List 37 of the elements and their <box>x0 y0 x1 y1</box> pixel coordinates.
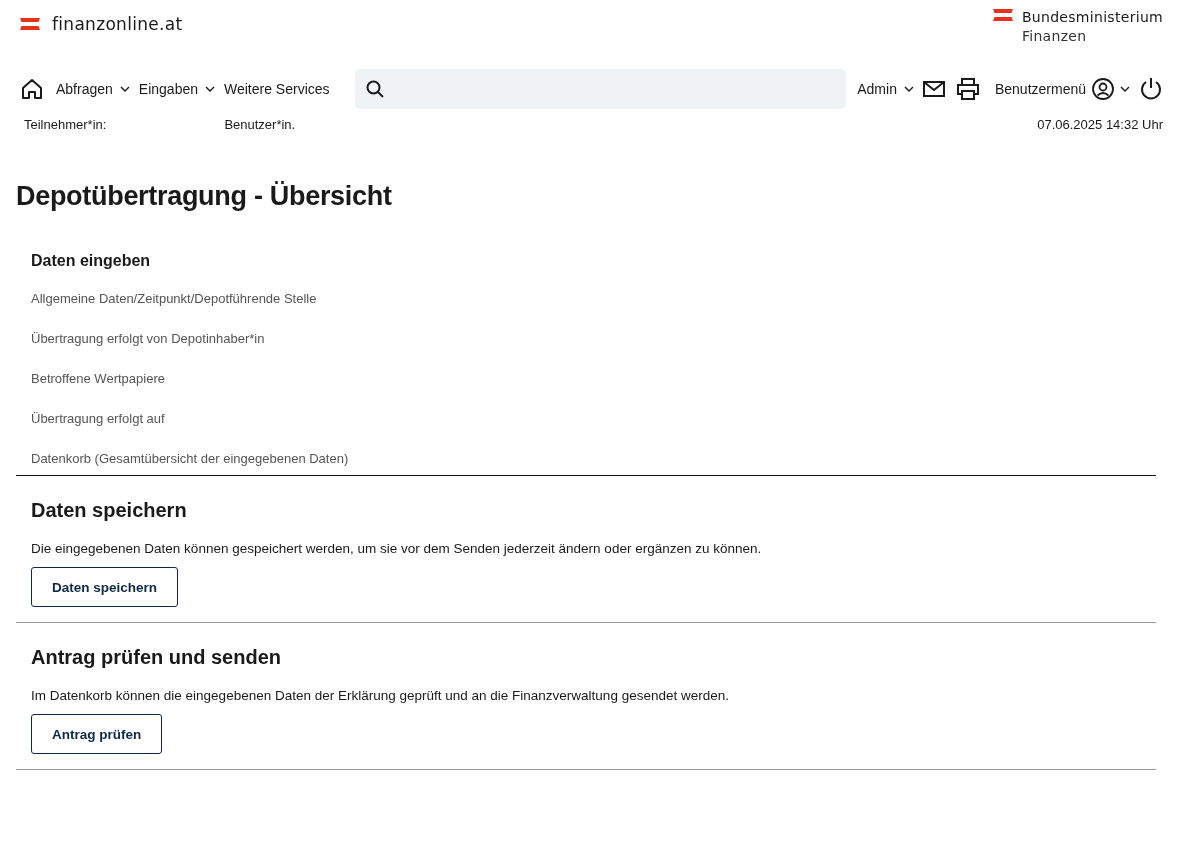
user-icon <box>1092 78 1114 100</box>
site-logo[interactable]: finanzonline.at <box>52 14 183 34</box>
section-heading: Daten eingeben <box>31 252 152 270</box>
caret-icon <box>119 85 130 93</box>
step-link[interactable]: Allgemeine Daten/Zeitpunkt/Depotführende Stelle <box>31 291 1141 306</box>
caret-icon <box>903 85 914 93</box>
caret-icon <box>1120 85 1130 93</box>
search-field[interactable] <box>354 69 847 109</box>
section-heading: Daten speichern <box>31 499 188 522</box>
date-time: 07.06.2025 14:32 Uhr <box>1037 117 1163 132</box>
user-label: Benutzer*in. <box>224 117 296 132</box>
section-heading: Antrag prüfen und senden <box>31 646 282 669</box>
page-title: Depotübertragung - Übersicht <box>16 181 393 212</box>
nav-menu-item[interactable]: Abfragen <box>56 81 130 97</box>
power-icon[interactable] <box>1139 77 1163 101</box>
section-description: Im Datenkorb können die eingegebenen Daten der Erklärung geprüft und an die Finanzverwaltung gesendet werden. <box>31 688 730 703</box>
caret-icon <box>205 85 215 93</box>
action-button[interactable]: Daten speichern <box>31 567 179 607</box>
step-link[interactable]: Übertragung erfolgt von Depotinhaber*in <box>31 331 1141 346</box>
participant-label: Teilnehmer*in: <box>24 117 107 132</box>
user-menu[interactable]: Benutzermenü <box>994 78 1130 100</box>
section-description: Die eingegebenen Daten können gespeichert werden, um sie vor dem Senden jederzeit ändern oder ergänzen zu können. <box>31 541 763 556</box>
nav-menu-item[interactable]: Eingaben <box>138 81 215 97</box>
step-link[interactable]: Datenkorb (Gesamtübersicht der eingegebenen Daten) <box>31 451 1141 466</box>
ministry-logo-icon <box>992 8 1013 22</box>
logo-icon <box>20 17 40 31</box>
step-link[interactable]: Übertragung erfolgt auf <box>31 411 1141 426</box>
nav-menu-item[interactable]: Weitere Services <box>224 81 330 97</box>
action-button[interactable]: Antrag prüfen <box>31 714 163 754</box>
ministry-name: Bundesministerium <box>1021 8 1163 27</box>
home-icon[interactable] <box>20 77 44 101</box>
printer-icon[interactable] <box>956 78 979 100</box>
search-icon <box>364 79 385 99</box>
ministry-name: Finanzen <box>1021 27 1088 46</box>
step-link[interactable]: Betroffene Wertpapiere <box>31 371 1141 386</box>
admin-menu[interactable]: Admin <box>857 81 914 97</box>
mail-icon[interactable] <box>922 81 945 97</box>
